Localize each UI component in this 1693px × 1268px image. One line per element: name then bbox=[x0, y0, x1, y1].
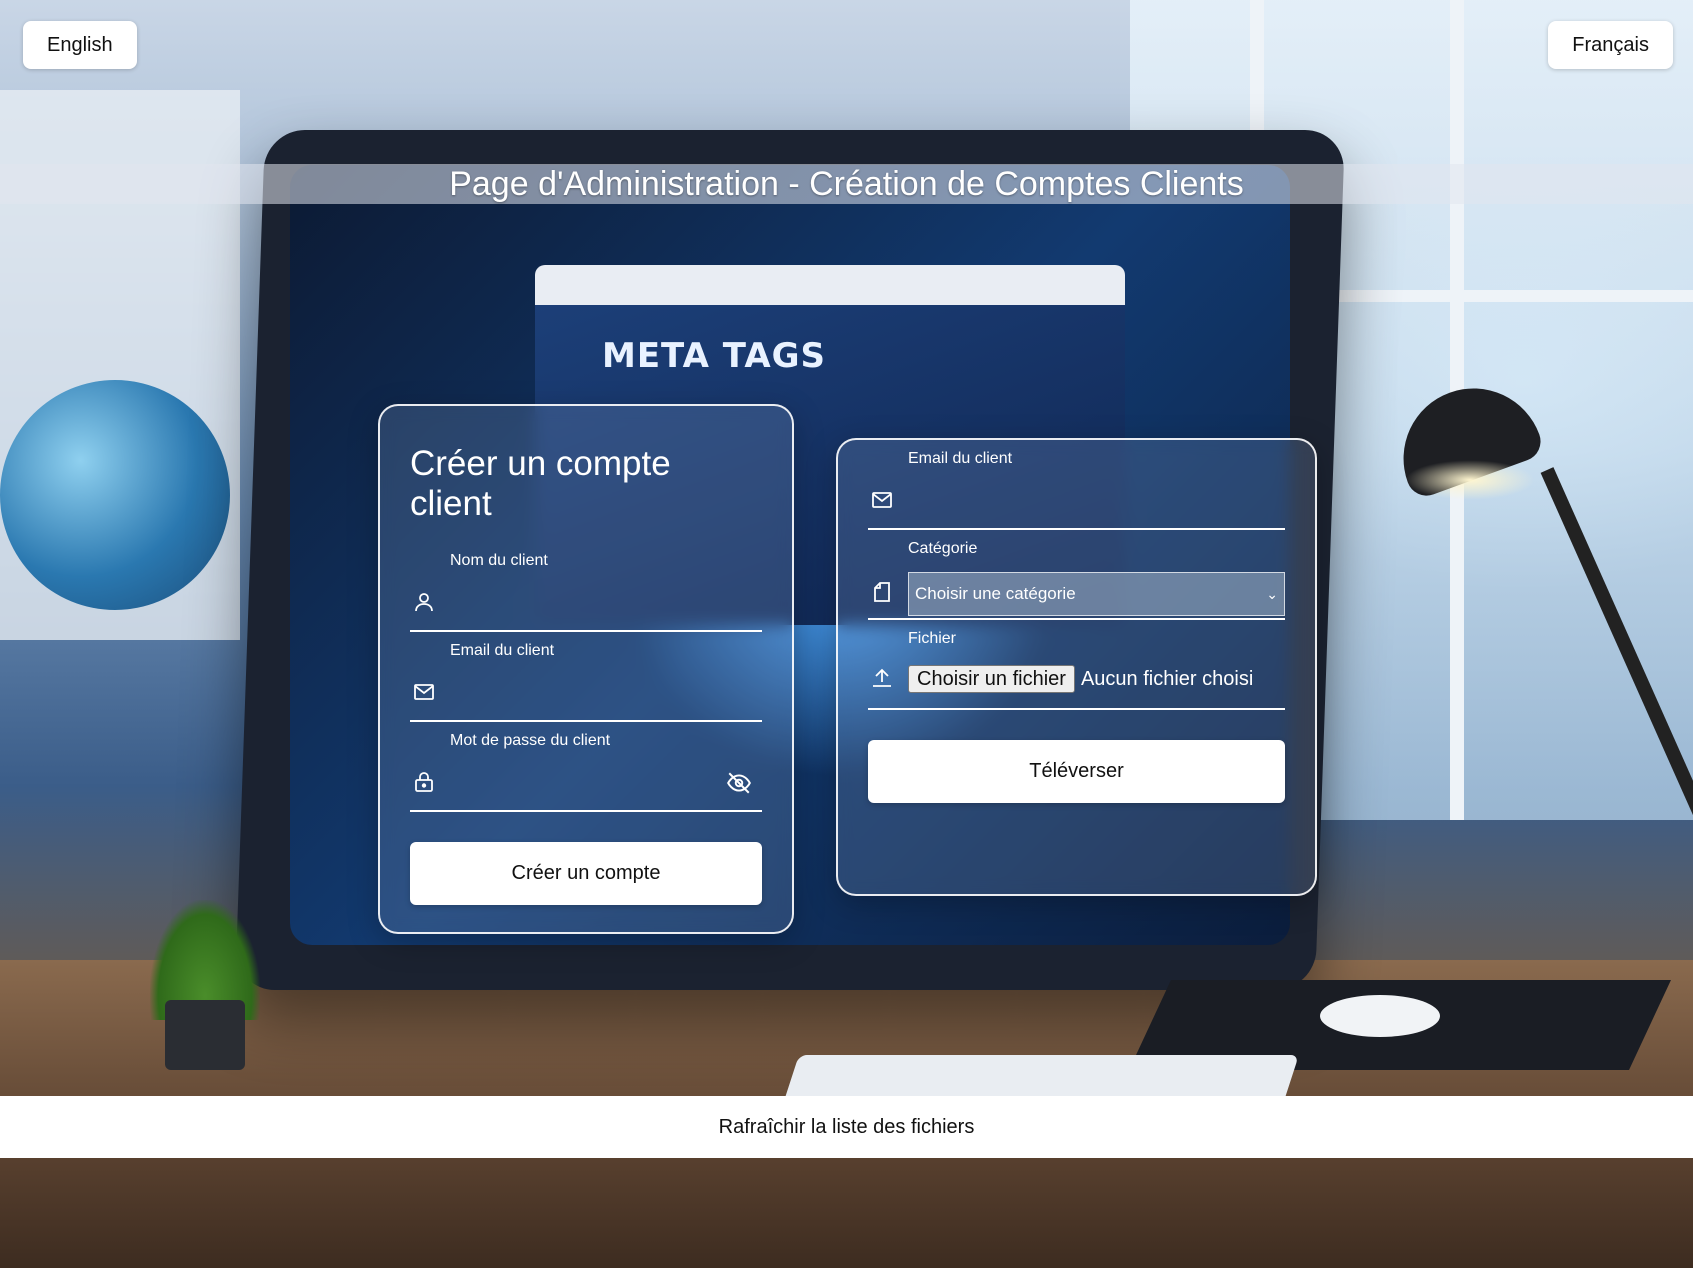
client-email-label: Email du client bbox=[450, 642, 555, 659]
mail-icon bbox=[414, 684, 434, 700]
category-select-value: Choisir une catégorie bbox=[915, 584, 1076, 603]
mail-icon bbox=[872, 492, 892, 508]
language-french-button[interactable]: Français bbox=[1548, 21, 1673, 69]
category-field: Catégorie Choisir une catégorie ⌄ bbox=[868, 530, 1285, 620]
client-email-input[interactable] bbox=[450, 676, 712, 708]
category-select[interactable]: Choisir une catégorie ⌄ bbox=[908, 572, 1285, 616]
file-label: Fichier bbox=[908, 630, 957, 647]
category-label: Catégorie bbox=[908, 540, 978, 557]
lock-icon bbox=[415, 772, 433, 792]
upload-card: Email du client Catégorie Choisir une ca… bbox=[836, 438, 1317, 896]
client-password-input[interactable] bbox=[450, 766, 712, 798]
chevron-down-icon: ⌄ bbox=[1266, 586, 1278, 602]
lamp-light bbox=[1405, 460, 1535, 500]
screen-meta-tags-text: META TAGS bbox=[602, 336, 827, 376]
client-name-label: Nom du client bbox=[450, 552, 548, 569]
client-email-field: Email du client bbox=[410, 632, 762, 722]
upload-icon bbox=[873, 668, 891, 687]
upload-button[interactable]: Téléverser bbox=[868, 740, 1285, 803]
create-account-title: Créer un compte client bbox=[410, 444, 671, 523]
client-password-field: Mot de passe du client bbox=[410, 722, 762, 812]
file-field: Fichier Choisir un fichier Aucun fichier… bbox=[868, 620, 1285, 710]
upload-email-input[interactable] bbox=[908, 484, 1235, 516]
upload-email-label: Email du client bbox=[908, 450, 1013, 467]
language-english-button[interactable]: English bbox=[23, 21, 137, 69]
user-icon bbox=[415, 593, 433, 612]
file-picker: Choisir un fichier Aucun fichier choisi bbox=[908, 664, 1253, 694]
plant-pot bbox=[165, 1000, 245, 1070]
upload-email-field: Email du client bbox=[868, 440, 1285, 530]
mouse bbox=[1320, 995, 1440, 1037]
refresh-file-list-button[interactable]: Rafraîchir la liste des fichiers bbox=[0, 1096, 1693, 1158]
folder-icon bbox=[874, 582, 890, 602]
globe bbox=[0, 380, 230, 610]
create-account-card: Créer un compte client Nom du client Ema… bbox=[378, 404, 794, 934]
client-name-field: Nom du client bbox=[410, 542, 762, 632]
file-status-text: Aucun fichier choisi bbox=[1080, 667, 1254, 690]
client-name-input[interactable] bbox=[450, 586, 712, 618]
client-password-label: Mot de passe du client bbox=[450, 732, 611, 749]
create-account-button[interactable]: Créer un compte bbox=[410, 842, 762, 905]
page-title: Page d'Administration - Création de Comp… bbox=[449, 165, 1244, 203]
choose-file-button[interactable]: Choisir un fichier bbox=[908, 665, 1075, 693]
eye-off-icon[interactable] bbox=[726, 770, 752, 796]
